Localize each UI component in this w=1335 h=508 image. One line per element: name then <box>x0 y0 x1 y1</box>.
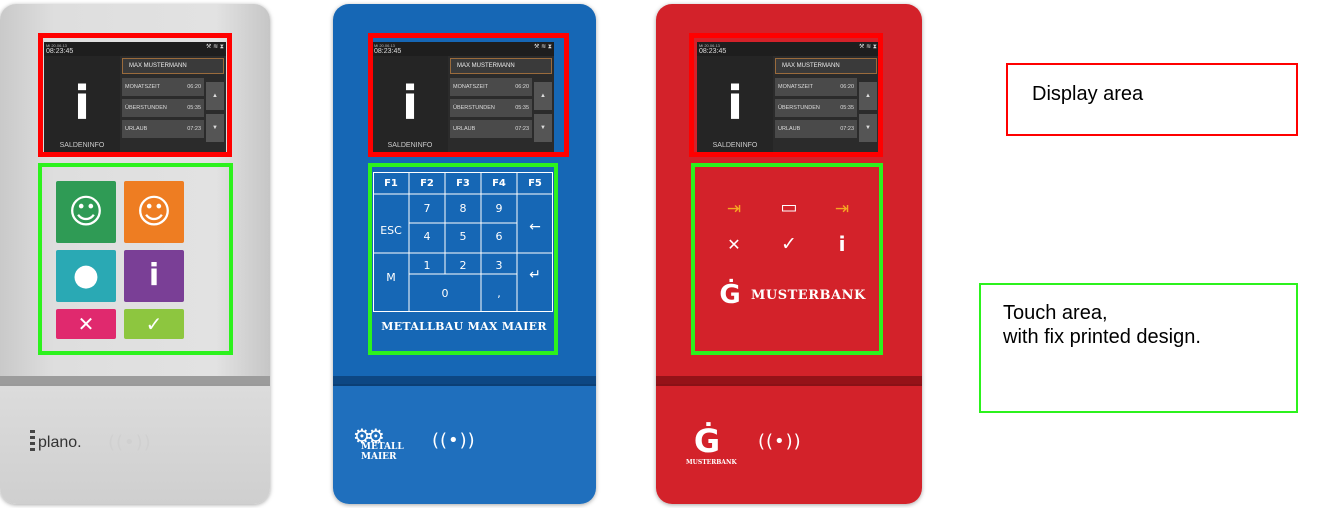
display-area-label: Display area <box>1006 63 1298 136</box>
display-area-text: Display area <box>1032 83 1144 105</box>
metall-logo-line1: METALL <box>361 442 404 452</box>
bank-bottom-logo-icon: Ġ <box>693 422 721 460</box>
display-highlight <box>689 33 883 157</box>
touch-area-label: Touch area, with fix printed design. <box>979 283 1298 413</box>
touch-area-line2: with fix printed design. <box>1003 326 1201 348</box>
display-highlight <box>38 33 232 157</box>
metall-logo-line2: MAIER <box>361 452 397 462</box>
bank-bottom-name: MUSTERBANK <box>686 459 737 466</box>
terminal-divider <box>656 376 922 384</box>
display-highlight <box>368 33 569 157</box>
touch-highlight <box>691 163 883 355</box>
touch-highlight <box>368 163 558 355</box>
rfid-icon: ((•)) <box>432 430 476 451</box>
rfid-icon: ((•)) <box>108 432 152 453</box>
terminal-divider <box>333 376 596 384</box>
terminal-divider <box>0 376 270 384</box>
touch-area-line1: Touch area, <box>1003 302 1108 324</box>
rfid-icon: ((•)) <box>758 431 802 452</box>
touch-highlight <box>38 163 233 355</box>
plano-logo-dots <box>30 430 35 454</box>
plano-logo: plano. <box>38 434 82 451</box>
